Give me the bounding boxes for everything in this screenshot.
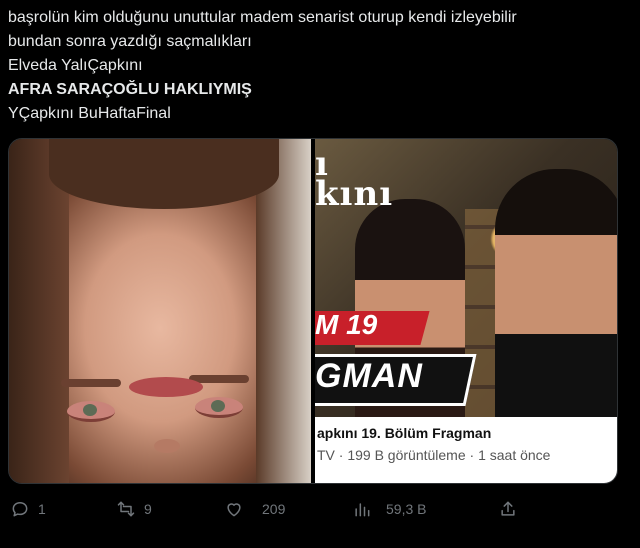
- tweet-line-3: Elveda YalıÇapkını: [8, 57, 143, 74]
- retweet-count: 9: [144, 501, 152, 517]
- show-logo: ı kını: [315, 147, 394, 214]
- left-brow: [61, 379, 121, 387]
- retweet-icon: [117, 501, 135, 517]
- tweet-line-2: bundan sonra yazdığı saçmalıkları: [8, 33, 252, 50]
- reply-icon: [12, 502, 28, 517]
- reply-count: 1: [38, 501, 46, 517]
- like-button[interactable]: 209: [224, 494, 285, 524]
- views-button[interactable]: 59,3 B: [352, 494, 426, 524]
- share-icon: [501, 501, 515, 516]
- nose-shape: [154, 439, 180, 453]
- tweet-line-5: YÇapkını BuHaftaFinal: [8, 105, 171, 122]
- media-video-thumbnail[interactable]: ı kını M 19 GMAN apkını 19. Bölüm Fragma…: [315, 139, 617, 483]
- views-count: 59,3 B: [386, 501, 427, 517]
- tweet-media[interactable]: ı kını M 19 GMAN apkını 19. Bölüm Fragma…: [8, 138, 618, 484]
- tweet-line-4: AFRA SARAÇOĞLU HAKLIYMIŞ: [8, 81, 252, 98]
- show-logo-line-2: kını: [315, 174, 394, 214]
- hair-top-shape: [49, 139, 279, 209]
- views-icon: [355, 503, 370, 517]
- video-caption[interactable]: apkını 19. Bölüm Fragman TV · 199 B görü…: [315, 417, 617, 483]
- video-title[interactable]: apkını 19. Bölüm Fragman: [317, 425, 491, 441]
- media-image-crying-woman[interactable]: [9, 139, 311, 483]
- left-eye: [67, 401, 115, 422]
- like-icon: [227, 503, 241, 517]
- episode-overlay-text: M 19: [315, 309, 378, 340]
- mouth-shape: [129, 377, 203, 397]
- like-count: 209: [262, 501, 286, 517]
- video-meta: TV · 199 B görüntüleme · 1 saat önce: [317, 447, 551, 463]
- share-button[interactable]: [498, 494, 518, 524]
- tweet-line-1: başrolün kim olduğunu unuttular madem se…: [8, 9, 517, 26]
- retweet-button[interactable]: 9: [116, 494, 152, 524]
- fragman-overlay-text: GMAN: [315, 357, 423, 395]
- right-eye: [195, 397, 243, 418]
- hair-left-shape: [9, 139, 69, 483]
- tweet-text: başrolün kim olduğunu unuttular madem se…: [8, 6, 628, 126]
- reply-button[interactable]: 1: [10, 494, 46, 524]
- tweet-actions: 1 9 209 59,3 B: [0, 494, 640, 524]
